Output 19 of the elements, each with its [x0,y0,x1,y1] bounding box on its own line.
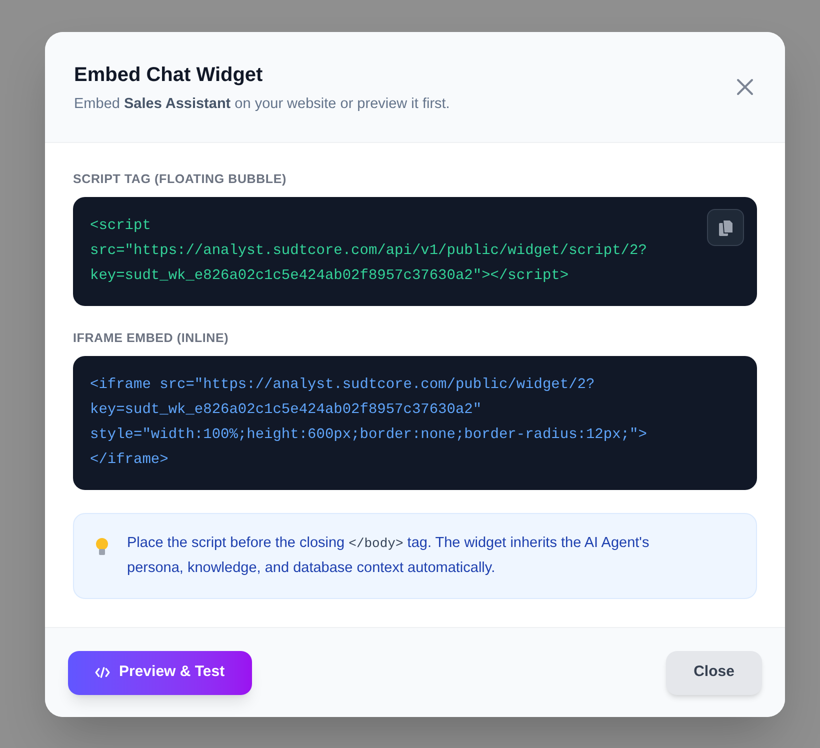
code-line: style="width:100%;height:600px;border:none;border-radius:12px;"> [90,426,647,445]
code-line: key=sudt_wk_e826a02c1c5e424ab02f8957c37630a2"></script> [90,267,569,286]
code-line: key=sudt_wk_e826a02c1c5e424ab02f8957c37630a2" [90,401,482,420]
code-icon [95,667,110,678]
copy-button[interactable] [707,209,744,246]
copy-icon [718,220,732,236]
tip-text: Place the script before the closing </body> tag. The widget inherits the AI Agent's persona, knowledge, and database context automatically. [127,534,650,578]
close-button[interactable]: Close [666,650,762,694]
code-line: src="https://analyst.sudtcore.com/api/v1/public/widget/script/2? [90,242,647,261]
section-label: SCRIPT TAG (FLOATING BUBBLE) [73,171,288,187]
code-line: <script [90,217,151,236]
dialog-subtitle: Embed Sales Assistant on your website or preview it first. [74,95,450,114]
code-line: <iframe src="https://analyst.sudtcore.com/public/widget/2? [90,376,595,395]
preview-button[interactable]: Preview & Test [68,650,252,694]
lightbulb-icon [95,537,109,557]
section-label: IFRAME EMBED (INLINE) [73,330,230,346]
code-line: </iframe> [90,451,168,470]
dialog-title: Embed Chat Widget [74,63,264,88]
close-icon[interactable] [736,78,754,96]
